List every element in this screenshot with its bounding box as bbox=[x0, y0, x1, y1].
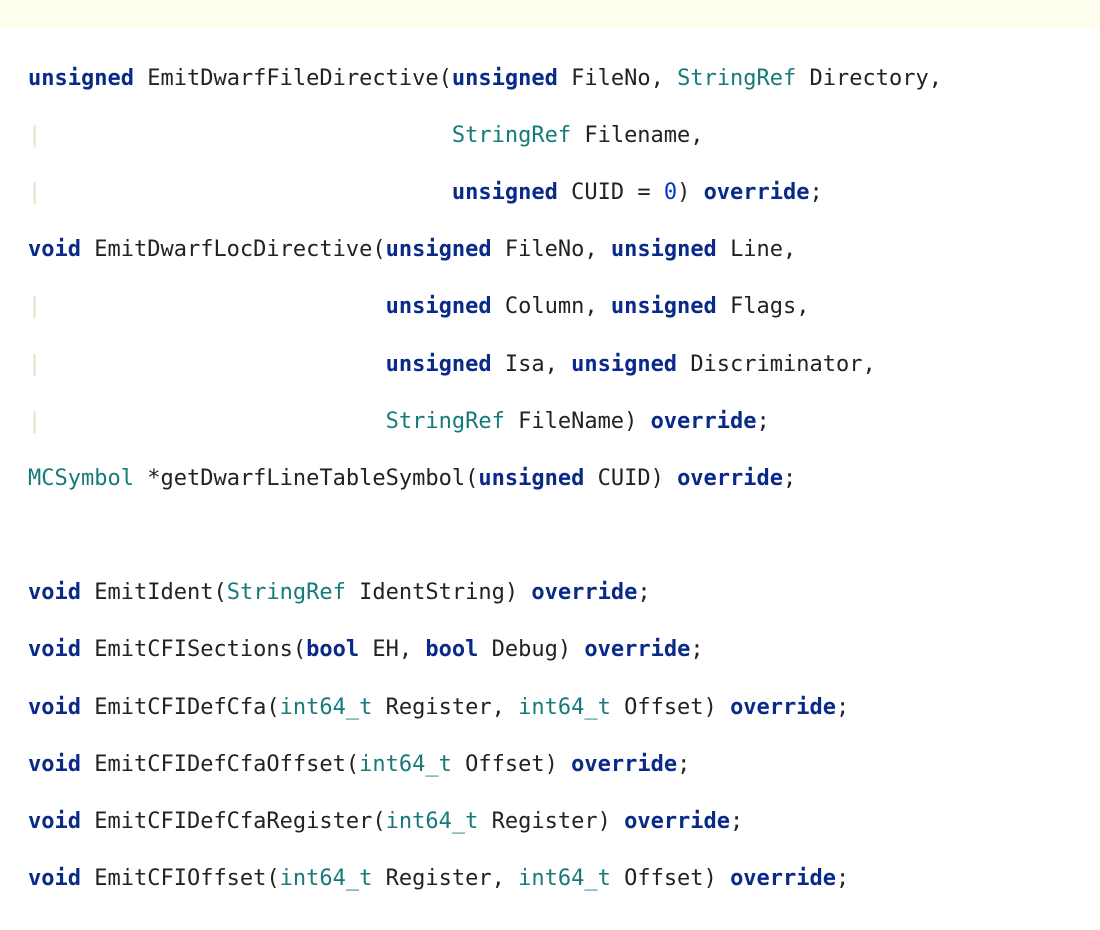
param-name: Offset bbox=[624, 866, 703, 891]
param-name: FileNo bbox=[505, 237, 584, 262]
code-line: void EmitCFIDefCfa(int64_t Register, int… bbox=[28, 694, 1100, 723]
keyword-void: void bbox=[28, 752, 81, 777]
code-line: void EmitCFIDefCfaOffset(int64_t Offset)… bbox=[28, 751, 1100, 780]
code-line: | unsigned CUID = 0) override; bbox=[28, 179, 1100, 208]
keyword-unsigned: unsigned bbox=[611, 294, 717, 319]
param-name: Register bbox=[386, 695, 492, 720]
indent-guide: | bbox=[28, 294, 41, 319]
number-literal: 0 bbox=[664, 180, 677, 205]
code-block: unsigned EmitDwarfFileDirective(unsigned… bbox=[0, 28, 1100, 930]
keyword-void: void bbox=[28, 809, 81, 834]
fn-name: EmitCFIDefCfaOffset bbox=[94, 752, 346, 777]
keyword-override: override bbox=[584, 637, 690, 662]
param-name: Offset bbox=[624, 695, 703, 720]
param-name: EH bbox=[372, 637, 399, 662]
param-name: Column bbox=[505, 294, 584, 319]
pointer-star: * bbox=[147, 466, 160, 491]
fn-name: EmitCFIOffset bbox=[94, 866, 266, 891]
type-int64: int64_t bbox=[359, 752, 452, 777]
type-mcsymbol: MCSymbol bbox=[28, 466, 134, 491]
code-line: void EmitDwarfLocDirective(unsigned File… bbox=[28, 236, 1100, 265]
param-name: Flags bbox=[730, 294, 796, 319]
param-name: IdentString bbox=[359, 580, 505, 605]
keyword-unsigned: unsigned bbox=[571, 352, 677, 377]
indent-guide: | bbox=[28, 123, 41, 148]
keyword-unsigned: unsigned bbox=[452, 180, 558, 205]
keyword-override: override bbox=[730, 866, 836, 891]
code-line: void EmitCFISections(bool EH, bool Debug… bbox=[28, 636, 1100, 665]
keyword-void: void bbox=[28, 866, 81, 891]
keyword-unsigned: unsigned bbox=[452, 66, 558, 91]
param-name: Line bbox=[730, 237, 783, 262]
type-int64: int64_t bbox=[518, 866, 611, 891]
code-line: void EmitIdent(StringRef IdentString) ov… bbox=[28, 579, 1100, 608]
keyword-override: override bbox=[730, 695, 836, 720]
code-line: MCSymbol *getDwarfLineTableSymbol(unsign… bbox=[28, 465, 1100, 494]
code-line: | unsigned Column, unsigned Flags, bbox=[28, 293, 1100, 322]
fn-name: EmitDwarfLocDirective bbox=[94, 237, 372, 262]
param-name: Debug bbox=[492, 637, 558, 662]
param-name: Directory bbox=[810, 66, 929, 91]
keyword-void: void bbox=[28, 695, 81, 720]
param-name: FileName bbox=[518, 409, 624, 434]
param-name: CUID bbox=[571, 180, 624, 205]
indent-guide: | bbox=[28, 352, 41, 377]
code-line: | StringRef FileName) override; bbox=[28, 408, 1100, 437]
indent-guide: | bbox=[28, 409, 41, 434]
type-stringref: StringRef bbox=[452, 123, 571, 148]
keyword-override: override bbox=[704, 180, 810, 205]
fn-name: EmitCFISections bbox=[94, 637, 293, 662]
fn-name: EmitCFIDefCfa bbox=[94, 695, 266, 720]
keyword-unsigned: unsigned bbox=[386, 352, 492, 377]
keyword-unsigned: unsigned bbox=[611, 237, 717, 262]
keyword-override: override bbox=[677, 466, 783, 491]
param-name: Isa bbox=[505, 352, 545, 377]
type-int64: int64_t bbox=[518, 695, 611, 720]
code-line: void EmitCFIOffset(int64_t Register, int… bbox=[28, 865, 1100, 894]
keyword-override: override bbox=[531, 580, 637, 605]
param-name: Offset bbox=[465, 752, 544, 777]
fn-name: EmitDwarfFileDirective bbox=[147, 66, 438, 91]
blank-line bbox=[28, 522, 1100, 551]
keyword-void: void bbox=[28, 637, 81, 662]
keyword-override: override bbox=[571, 752, 677, 777]
fn-name: getDwarfLineTableSymbol bbox=[160, 466, 465, 491]
code-line: unsigned EmitDwarfFileDirective(unsigned… bbox=[28, 65, 1100, 94]
keyword-override: override bbox=[651, 409, 757, 434]
keyword-unsigned: unsigned bbox=[386, 294, 492, 319]
keyword-unsigned: unsigned bbox=[478, 466, 584, 491]
param-name: FileNo bbox=[571, 66, 650, 91]
param-name: Register bbox=[492, 809, 598, 834]
highlight-bar bbox=[0, 0, 1100, 28]
keyword-bool: bool bbox=[306, 637, 359, 662]
type-stringref: StringRef bbox=[227, 580, 346, 605]
keyword-override: override bbox=[624, 809, 730, 834]
fn-name: EmitIdent bbox=[94, 580, 213, 605]
fn-name: EmitCFIDefCfaRegister bbox=[94, 809, 372, 834]
type-stringref: StringRef bbox=[677, 66, 796, 91]
code-line: void EmitCFIDefCfaRegister(int64_t Regis… bbox=[28, 808, 1100, 837]
keyword-unsigned: unsigned bbox=[28, 66, 134, 91]
keyword-void: void bbox=[28, 237, 81, 262]
param-name: CUID bbox=[598, 466, 651, 491]
type-int64: int64_t bbox=[280, 866, 373, 891]
type-int64: int64_t bbox=[280, 695, 373, 720]
indent-guide: | bbox=[28, 180, 41, 205]
keyword-void: void bbox=[28, 580, 81, 605]
param-name: Filename bbox=[584, 123, 690, 148]
keyword-unsigned: unsigned bbox=[386, 237, 492, 262]
code-line: | unsigned Isa, unsigned Discriminator, bbox=[28, 351, 1100, 380]
code-line: | StringRef Filename, bbox=[28, 122, 1100, 151]
type-int64: int64_t bbox=[386, 809, 479, 834]
param-name: Register bbox=[386, 866, 492, 891]
type-stringref: StringRef bbox=[386, 409, 505, 434]
param-name: Discriminator bbox=[690, 352, 862, 377]
keyword-bool: bool bbox=[425, 637, 478, 662]
